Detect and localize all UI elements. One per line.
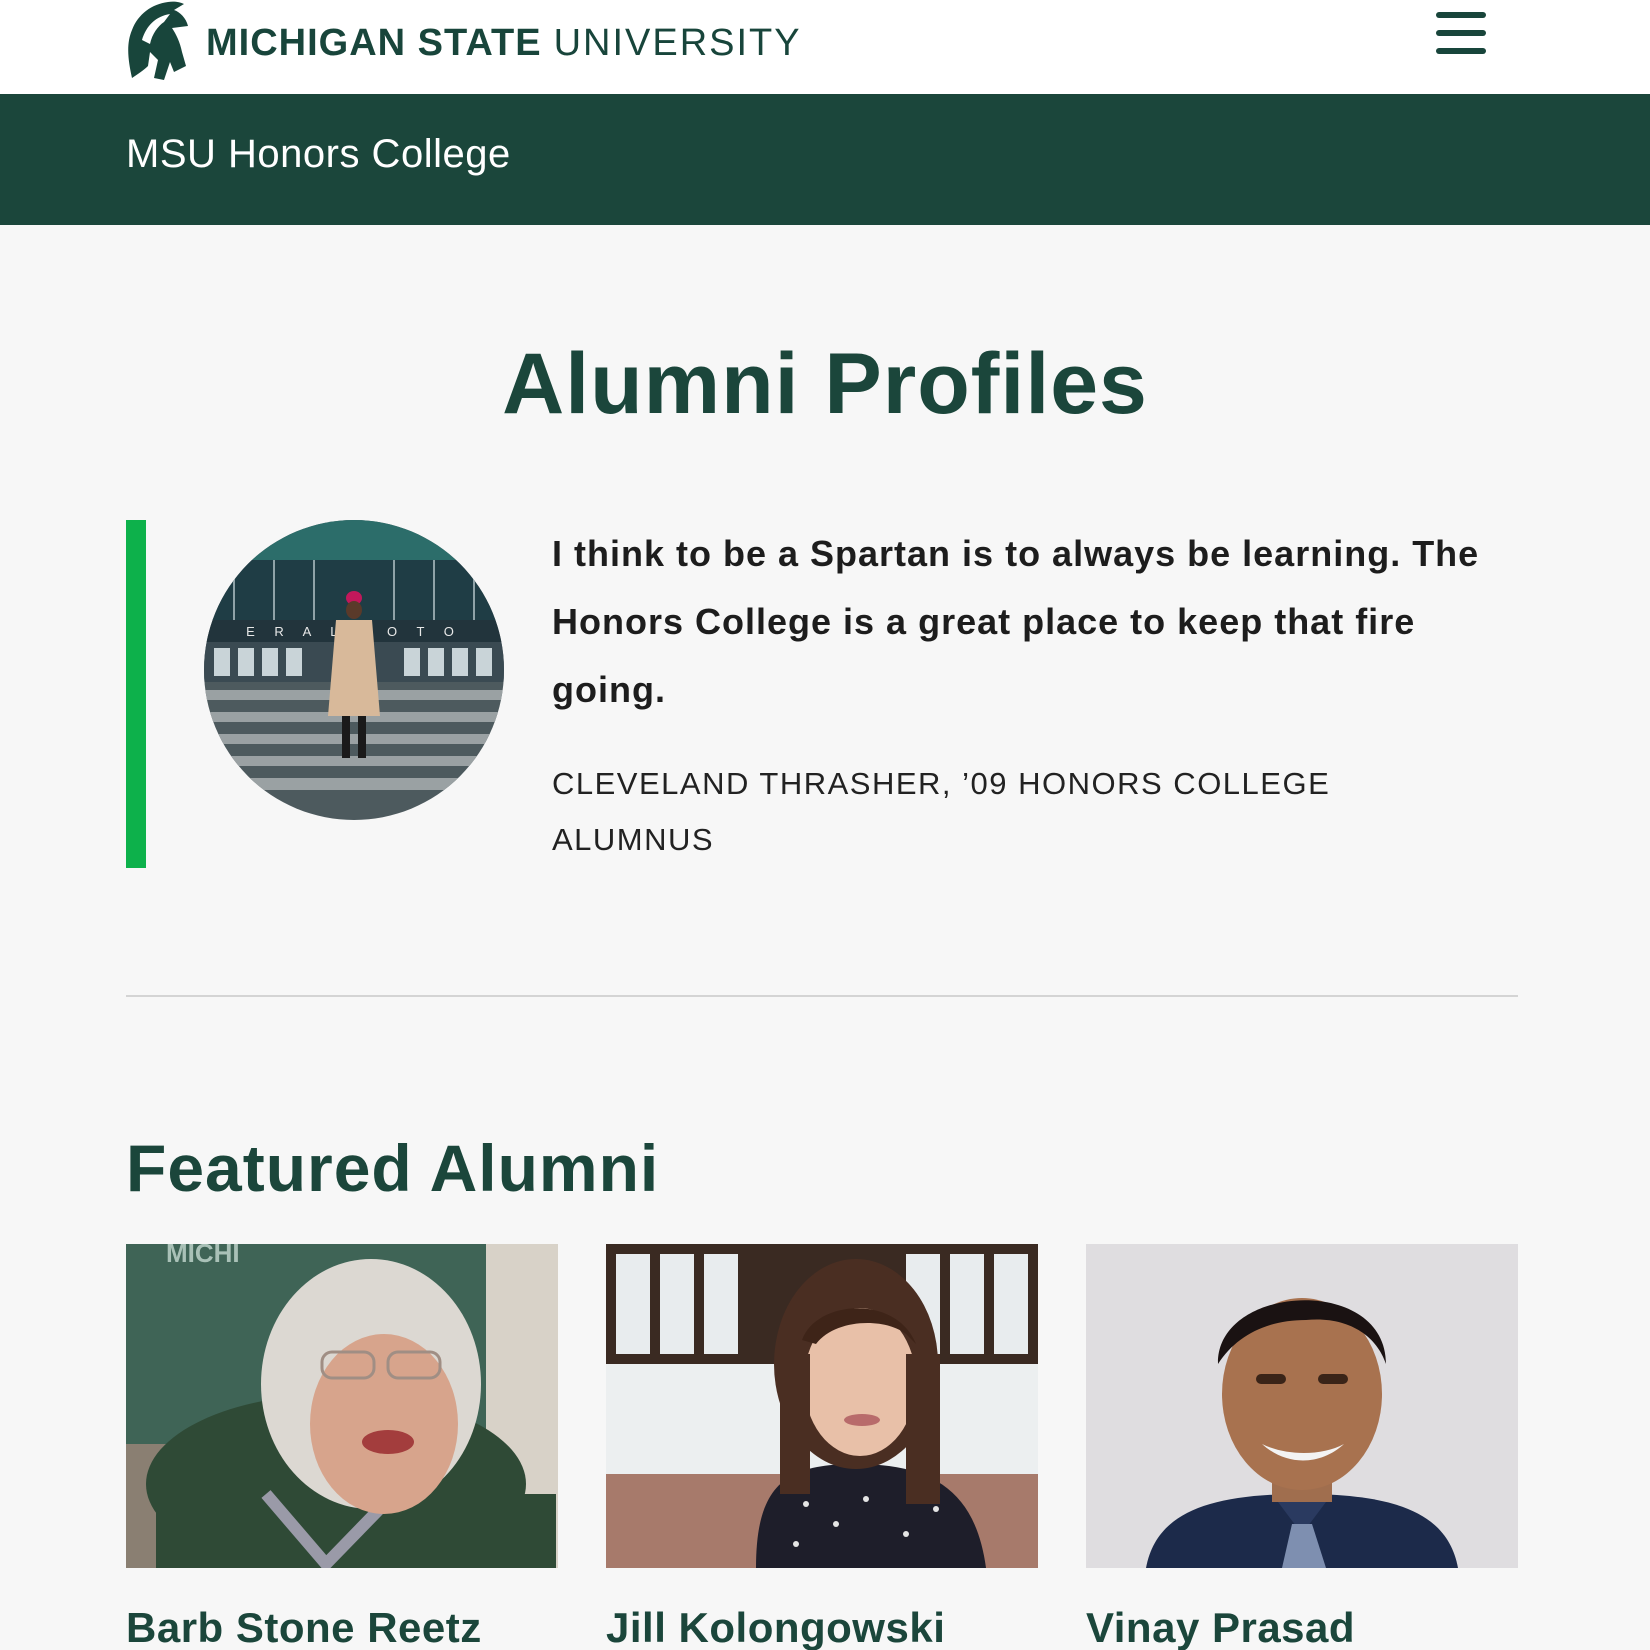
wordmark-bold: MICHIGAN STATE [206, 21, 542, 64]
alumni-photo[interactable] [1086, 1244, 1518, 1568]
featured-alumni-title: Featured Alumni [126, 1131, 660, 1205]
alumnus-standing-photo: E R A L M O T O [204, 520, 504, 820]
spartan-helmet-icon [128, 1, 188, 80]
alumni-photo[interactable] [606, 1244, 1038, 1568]
quote-accent-bar [126, 520, 146, 868]
page-title: Alumni Profiles [502, 336, 1148, 432]
alumna-portrait-photo [606, 1244, 1038, 1568]
brand-header: MICHIGAN STATE UNIVERSITY [0, 0, 1650, 94]
wordmark-light: UNIVERSITY [553, 21, 802, 64]
quote-photo: E R A L M O T O [204, 520, 504, 820]
alumnus-portrait-photo [1086, 1244, 1518, 1568]
university-wordmark: MICHIGAN STATE UNIVERSITY [206, 0, 802, 80]
alumni-name[interactable]: Vinay Prasad [1086, 1604, 1518, 1650]
quote-text: I think to be a Spartan is to always be … [552, 533, 1480, 710]
alumni-card[interactable]: MICHI Barb Stone Reetz [126, 1244, 558, 1650]
alumna-portrait-photo: MICHI [126, 1244, 558, 1568]
alumni-card[interactable]: Vinay Prasad [1086, 1244, 1518, 1650]
msu-logo[interactable]: MICHIGAN STATE UNIVERSITY [124, 0, 802, 80]
unit-name-link[interactable]: MSU Honors College [126, 132, 511, 177]
alumni-name[interactable]: Jill Kolongowski [606, 1604, 1038, 1650]
photo-wall-text: MICHI [166, 1244, 240, 1268]
section-divider [126, 995, 1518, 997]
alumni-photo[interactable]: MICHI [126, 1244, 558, 1568]
unit-banner: MSU Honors College [0, 94, 1650, 225]
quote-attribution: Cleveland Thrasher, ’09 Honors College A… [552, 766, 1331, 857]
alumni-card[interactable]: Jill Kolongowski [606, 1244, 1038, 1650]
alumni-name[interactable]: Barb Stone Reetz [126, 1604, 558, 1650]
hamburger-menu-icon[interactable] [1436, 12, 1490, 58]
